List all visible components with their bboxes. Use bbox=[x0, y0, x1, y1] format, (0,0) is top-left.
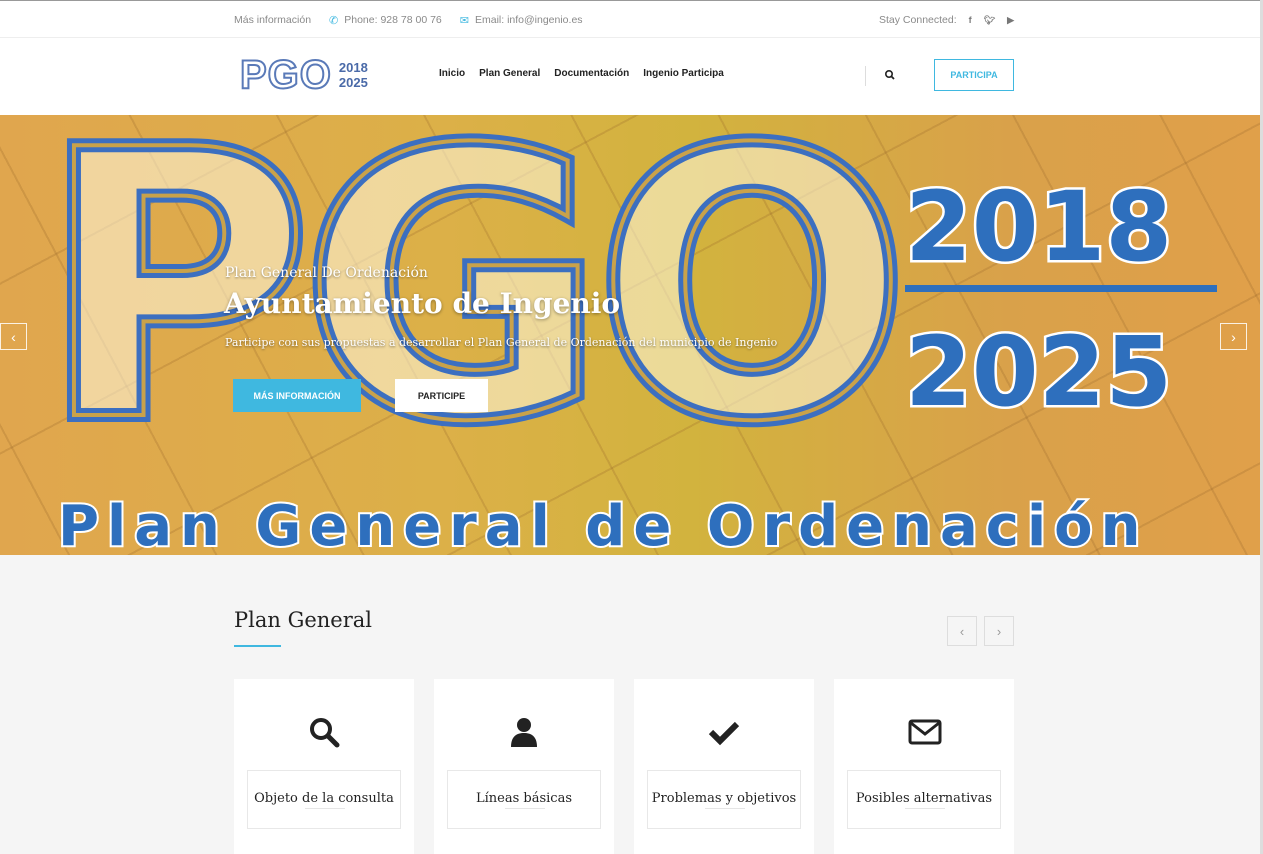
section-title: Plan General bbox=[234, 608, 372, 632]
card-label: Líneas básicas bbox=[475, 791, 572, 806]
more-info-button[interactable]: MÁS INFORMACIÓN bbox=[233, 379, 361, 412]
nav-item-ingenio-participa[interactable]: Ingenio Participa bbox=[643, 68, 724, 79]
chevron-right-icon: › bbox=[996, 623, 1002, 639]
social-area: Stay Connected: f 🐦︎ ▶ bbox=[879, 14, 1014, 26]
logo-text: PGO bbox=[239, 53, 332, 97]
phone-icon: ✆ bbox=[329, 14, 339, 27]
participe-button[interactable]: PARTICIPE bbox=[395, 379, 488, 412]
hero-bg-footer-text: Plan General de Ordenación bbox=[58, 494, 1149, 555]
envelope-icon bbox=[908, 716, 942, 748]
check-icon bbox=[708, 716, 740, 748]
card-label-box: Objeto de la consulta bbox=[247, 770, 401, 829]
slider-prev-button[interactable]: ‹ bbox=[0, 323, 27, 350]
card-label-box: Líneas básicas bbox=[447, 770, 601, 829]
email-info[interactable]: ✉ Email: info@ingenio.es bbox=[460, 14, 583, 27]
twitter-icon[interactable]: 🐦︎ bbox=[984, 15, 995, 26]
search-icon bbox=[308, 716, 340, 748]
hero-bg-year-end: 2025 bbox=[905, 316, 1172, 428]
card-label-divider bbox=[905, 808, 945, 809]
hero-subtitle: Plan General De Ordenación bbox=[225, 265, 428, 281]
search-icon[interactable] bbox=[883, 66, 897, 84]
youtube-icon[interactable]: ▶ bbox=[1007, 15, 1014, 26]
nav-item-plan-general[interactable]: Plan General bbox=[479, 68, 540, 79]
mail-icon: ✉ bbox=[459, 14, 469, 27]
card-label-divider bbox=[705, 808, 745, 809]
hero-background-graphic: PGO PGO 2018 2025 Plan General de Ordena… bbox=[33, 115, 1217, 555]
hero-description: Participe con sus propuestas a desarroll… bbox=[225, 336, 778, 349]
email-label: Email: info@ingenio.es bbox=[474, 14, 583, 26]
more-info-label: Más información bbox=[234, 14, 312, 26]
card-label-box: Problemas y objetivos bbox=[647, 770, 801, 829]
site-logo[interactable]: PGO 2018 2025 bbox=[239, 53, 368, 97]
logo-year-end: 2025 bbox=[338, 75, 368, 90]
card-objeto[interactable]: Objeto de la consulta bbox=[234, 679, 414, 854]
nav-item-documentacion[interactable]: Documentación bbox=[554, 68, 629, 79]
top-info-bar: Más información ✆ Phone: 928 78 00 76 ✉ Em… bbox=[0, 0, 1263, 38]
hero-title: Ayuntamiento de Ingenio bbox=[224, 287, 621, 320]
logo-years: 2018 2025 bbox=[339, 60, 368, 90]
card-label-divider bbox=[305, 808, 345, 809]
site-header: PGO 2018 2025 Inicio Plan General Docume… bbox=[0, 38, 1263, 115]
card-problemas[interactable]: Problemas y objetivos bbox=[634, 679, 814, 854]
stay-connected-label: Stay Connected: bbox=[879, 14, 957, 26]
header-divider bbox=[865, 66, 866, 86]
card-alternativas[interactable]: Posibles alternativas bbox=[834, 679, 1014, 854]
card-lineas[interactable]: Líneas básicas bbox=[434, 679, 614, 854]
participa-button[interactable]: PARTICIPA bbox=[934, 59, 1014, 91]
main-nav: Inicio Plan General Documentación Ingeni… bbox=[439, 68, 738, 79]
more-info-link[interactable]: Más información bbox=[234, 14, 311, 26]
chevron-left-icon: ‹ bbox=[11, 328, 16, 345]
facebook-icon[interactable]: f bbox=[969, 15, 972, 25]
card-label: Problemas y objetivos bbox=[651, 791, 797, 806]
hero-slider: PGO PGO 2018 2025 Plan General de Ordena… bbox=[0, 115, 1260, 555]
chevron-left-icon: ‹ bbox=[959, 623, 965, 639]
nav-item-inicio[interactable]: Inicio bbox=[439, 68, 465, 79]
card-label: Posibles alternativas bbox=[855, 791, 993, 806]
chevron-right-icon: › bbox=[1231, 328, 1236, 345]
phone-info: ✆ Phone: 928 78 00 76 bbox=[329, 14, 442, 27]
card-label-box: Posibles alternativas bbox=[847, 770, 1001, 829]
user-icon bbox=[508, 716, 540, 748]
carousel-next-button[interactable]: › bbox=[984, 616, 1014, 646]
hero-bg-year-start: 2018 bbox=[905, 171, 1172, 283]
logo-year-start: 2018 bbox=[338, 60, 368, 75]
slider-next-button[interactable]: › bbox=[1220, 323, 1247, 350]
card-label-divider bbox=[505, 808, 545, 809]
phone-label: Phone: 928 78 00 76 bbox=[344, 14, 442, 26]
hero-bg-year-divider bbox=[905, 285, 1217, 292]
card-label: Objeto de la consulta bbox=[254, 791, 394, 806]
section-title-underline bbox=[234, 645, 281, 647]
carousel-prev-button[interactable]: ‹ bbox=[947, 616, 977, 646]
